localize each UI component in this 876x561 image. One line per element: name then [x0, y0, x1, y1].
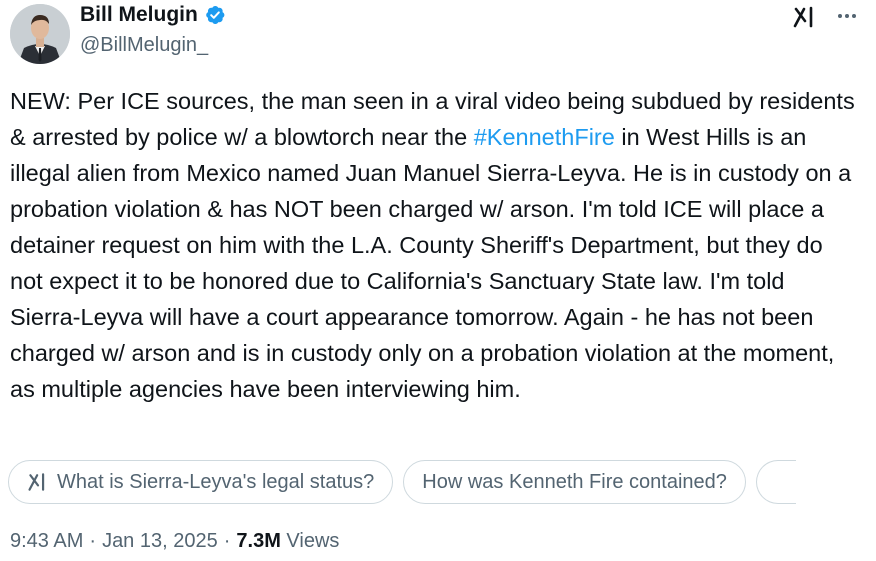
author-name-row: Bill Melugin: [80, 3, 226, 27]
tweet-date[interactable]: Jan 13, 2025: [102, 530, 218, 553]
views-count: 7.3M: [236, 530, 281, 552]
grok-suggestion-label: What is Sierra-Leyva's legal status?: [57, 470, 375, 493]
tweet-text-part-2: in West Hills is an illegal alien from M…: [10, 124, 852, 402]
meta-separator: ·: [89, 530, 97, 552]
grok-suggestions: What is Sierra-Leyva's legal status? How…: [8, 460, 796, 504]
grok-icon: [27, 472, 49, 492]
author-handle[interactable]: @BillMelugin_: [80, 34, 208, 57]
grok-icon[interactable]: [790, 4, 820, 30]
verified-badge-icon[interactable]: [204, 4, 226, 26]
tweet-meta: 9:43 AM · Jan 13, 2025 · 7.3M Views: [10, 530, 339, 553]
tweet-text: NEW: Per ICE sources, the man seen in a …: [10, 83, 860, 407]
grok-suggestion-chip[interactable]: How was Kenneth Fire contained?: [403, 460, 746, 504]
hashtag-link[interactable]: #KennethFire: [474, 124, 615, 150]
grok-suggestion-chip[interactable]: What is Sierra-Leyva's legal status?: [8, 460, 394, 504]
author-display-name[interactable]: Bill Melugin: [80, 3, 198, 27]
tweet: Bill Melugin @BillMelugin_ NEW: Per ICE …: [0, 0, 876, 561]
more-options-icon[interactable]: [832, 6, 862, 26]
avatar-image: [10, 4, 70, 64]
tweet-time[interactable]: 9:43 AM: [10, 530, 83, 553]
grok-suggestion-label: How was Kenneth Fire contained?: [422, 470, 727, 493]
grok-suggestion-chip-partial[interactable]: [755, 460, 796, 504]
meta-separator: ·: [223, 530, 231, 552]
views-label: Views: [286, 530, 340, 552]
avatar[interactable]: [10, 4, 70, 64]
